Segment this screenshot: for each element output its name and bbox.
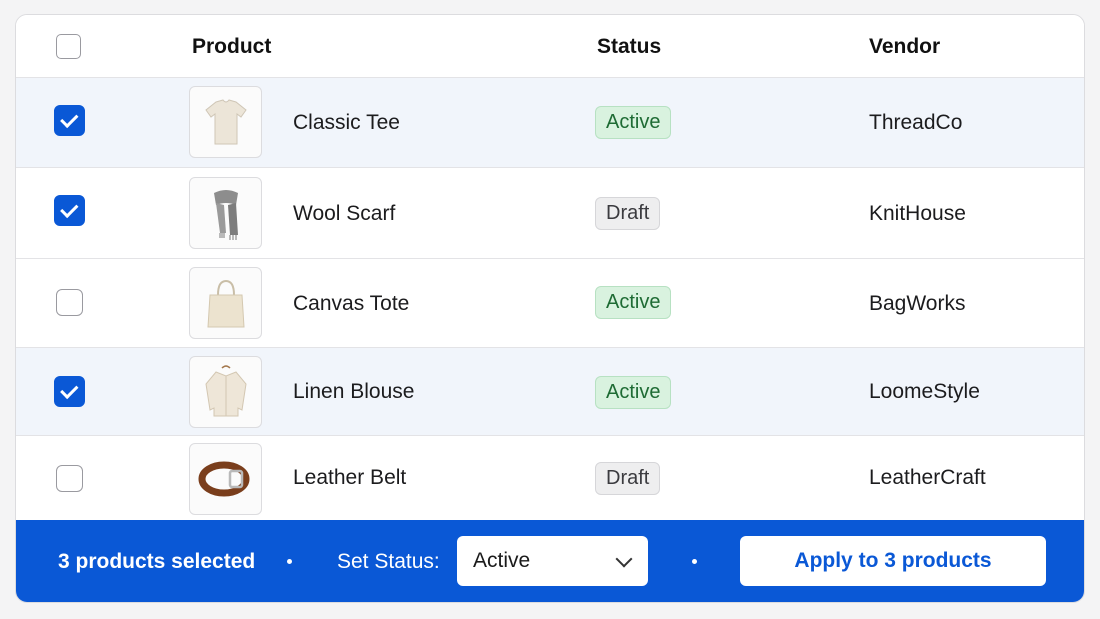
selected-count: 3 products selected xyxy=(58,550,256,573)
status-badge: Draft xyxy=(595,197,661,230)
apply-button[interactable]: Apply to 3 products xyxy=(740,536,1046,586)
bulk-action-bar: 3 products selected Set Status: Active A… xyxy=(16,520,1084,602)
status-badge: Active xyxy=(595,106,672,139)
status-badge: Draft xyxy=(595,462,661,495)
tshirt-icon xyxy=(204,99,247,145)
table-row[interactable]: Wool Scarf Draft KnitHouse xyxy=(16,168,1084,259)
row-checkbox[interactable] xyxy=(56,289,83,316)
product-thumbnail xyxy=(189,356,262,428)
separator-dot xyxy=(287,559,292,564)
column-header-product[interactable]: Product xyxy=(192,15,271,78)
product-name[interactable]: Canvas Tote xyxy=(293,259,409,348)
product-thumbnail xyxy=(189,177,262,249)
product-name[interactable]: Classic Tee xyxy=(293,78,400,168)
column-header-status[interactable]: Status xyxy=(597,15,661,78)
belt-icon xyxy=(198,461,249,497)
product-thumbnail xyxy=(189,86,262,158)
vendor-name: ThreadCo xyxy=(869,111,963,134)
row-checkbox[interactable] xyxy=(54,376,85,407)
table-row[interactable]: Classic Tee Active ThreadCo xyxy=(16,78,1084,168)
column-header-vendor[interactable]: Vendor xyxy=(869,15,940,78)
row-checkbox[interactable] xyxy=(56,465,83,492)
product-name[interactable]: Linen Blouse xyxy=(293,348,414,436)
status-badge: Active xyxy=(595,286,672,319)
product-thumbnail xyxy=(189,443,262,515)
row-checkbox[interactable] xyxy=(54,195,85,226)
scarf-icon xyxy=(213,190,238,240)
table-row[interactable]: Canvas Tote Active BagWorks xyxy=(16,259,1084,348)
vendor-name: LeatherCraft xyxy=(869,466,986,489)
set-status-label: Set Status: xyxy=(337,550,440,573)
vendor-name: KnitHouse xyxy=(869,201,966,225)
product-thumbnail xyxy=(189,267,262,339)
tote-bag-icon xyxy=(206,279,245,328)
status-select-value: Active xyxy=(473,549,531,572)
status-badge: Active xyxy=(595,376,672,409)
blouse-icon xyxy=(204,365,247,417)
table-row[interactable]: Leather Belt Draft LeatherCraft xyxy=(16,436,1084,520)
select-all-checkbox[interactable] xyxy=(56,34,81,59)
table-row[interactable]: Linen Blouse Active LoomeStyle xyxy=(16,348,1084,436)
separator-dot xyxy=(692,559,697,564)
chevron-down-icon xyxy=(615,550,633,568)
table-header: Product Status Vendor xyxy=(16,15,1084,78)
vendor-name: LoomeStyle xyxy=(869,380,980,403)
product-name[interactable]: Wool Scarf xyxy=(293,168,395,259)
product-name[interactable]: Leather Belt xyxy=(293,436,406,520)
vendor-name: BagWorks xyxy=(869,291,966,315)
products-table-card: Product Status Vendor Classic Tee Active… xyxy=(15,14,1085,603)
row-checkbox[interactable] xyxy=(54,105,85,136)
status-select[interactable]: Active xyxy=(457,536,648,586)
